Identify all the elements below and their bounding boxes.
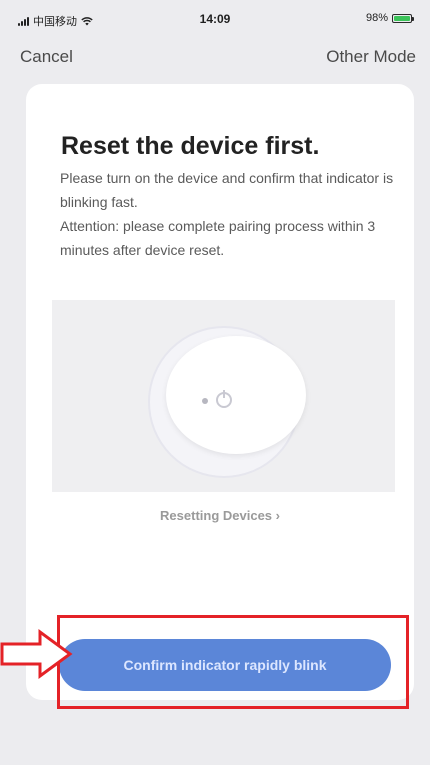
indicator-light-icon <box>202 398 208 404</box>
other-mode-button[interactable]: Other Mode <box>326 47 416 67</box>
battery-percent: 98% <box>365 12 388 24</box>
status-bar: 中国移动 14:09 98% <box>0 0 430 36</box>
device-body <box>166 336 306 454</box>
instruction-text: Please turn on the device and confirm th… <box>60 166 400 262</box>
screen: 中国移动 14:09 98% Cancel Other Mode Reset t… <box>0 0 430 765</box>
power-icon <box>216 390 232 408</box>
resetting-devices-link[interactable]: Resetting Devices › <box>26 508 414 523</box>
nav-bar: Cancel Other Mode <box>0 36 430 80</box>
status-right: 98% <box>365 12 414 24</box>
device-illustration <box>52 300 395 492</box>
confirm-blink-button[interactable]: Confirm indicator rapidly blink <box>59 639 391 691</box>
cancel-button[interactable]: Cancel <box>20 47 73 67</box>
pointer-arrow-icon <box>0 629 73 679</box>
page-title: Reset the device first. <box>61 132 320 160</box>
attention-line: Attention: please complete pairing proce… <box>60 218 376 258</box>
battery-icon <box>392 13 414 23</box>
reset-card: Reset the device first. Please turn on t… <box>26 84 414 700</box>
instruction-line: Please turn on the device and confirm th… <box>60 170 394 210</box>
